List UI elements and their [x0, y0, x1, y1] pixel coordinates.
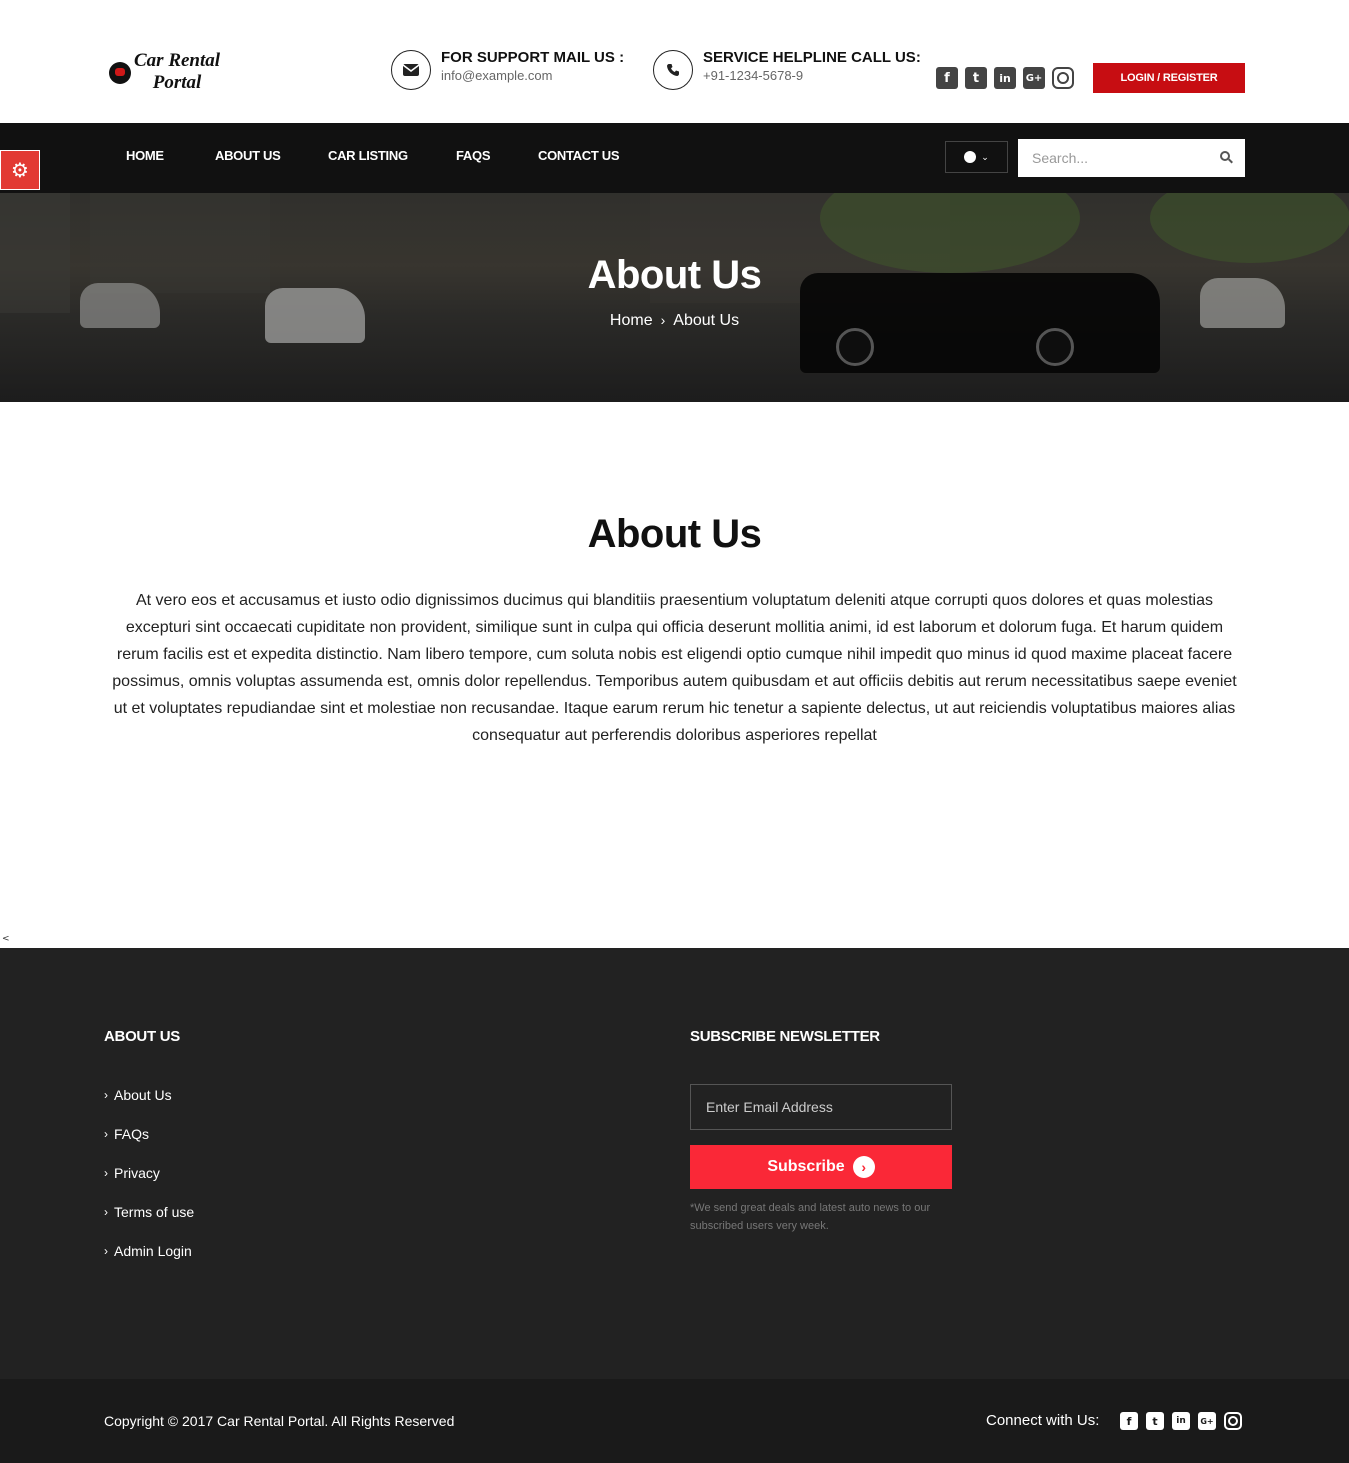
support-title: FOR SUPPORT MAIL US : [441, 49, 625, 66]
google-plus-icon[interactable]: G+ [1198, 1412, 1216, 1430]
footer-link-label: FAQs [114, 1126, 150, 1142]
newsletter-email-input[interactable] [690, 1084, 952, 1130]
search-input[interactable] [1018, 139, 1245, 177]
footer-links: › About Us › FAQs › Privacy › Terms of use ›… [104, 1087, 194, 1282]
copyright-text: Copyright © 2017 Car Rental Portal. All … [104, 1413, 455, 1429]
banner-title: About Us [587, 253, 762, 297]
nav-about-us[interactable]: ABOUT US [215, 148, 281, 163]
page-title: About Us [587, 512, 762, 556]
nav-contact-us[interactable]: CONTACT US [538, 148, 620, 163]
chevron-right-icon: › [104, 1127, 108, 1141]
google-plus-icon[interactable]: G+ [1023, 67, 1045, 89]
newsletter-note: *We send great deals and latest auto new… [690, 1202, 931, 1232]
instagram-icon[interactable] [1224, 1412, 1242, 1430]
footer-link-label: Admin Login [114, 1243, 192, 1259]
footer-link-terms[interactable]: › Terms of use [104, 1204, 194, 1243]
breadcrumb-home[interactable]: Home [610, 312, 653, 329]
newsletter-heading: SUBSCRIBE NEWSLETTER [690, 1028, 880, 1045]
chevron-right-icon: › [104, 1166, 108, 1180]
logo[interactable]: Car Rental Portal [109, 50, 220, 94]
footer-link-about-us[interactable]: › About Us [104, 1087, 194, 1126]
twitter-icon[interactable]: t [965, 67, 987, 89]
nav-faqs[interactable]: FAQS [456, 148, 491, 163]
helpline-phone[interactable]: +91-1234-5678-9 [703, 67, 921, 85]
chevron-right-icon: › [104, 1244, 108, 1258]
footer-link-faqs[interactable]: › FAQs [104, 1126, 194, 1165]
facebook-icon[interactable]: f [1120, 1412, 1138, 1430]
linkedin-icon[interactable]: in [1172, 1412, 1190, 1430]
banner-car-wheel [836, 328, 874, 366]
nav-car-listing[interactable]: CAR LISTING [328, 148, 408, 163]
facebook-icon[interactable]: f [936, 67, 958, 89]
user-menu-button[interactable]: ⌄ [945, 141, 1008, 173]
logo-icon [109, 62, 131, 84]
bottom-bar: Copyright © 2017 Car Rental Portal. All … [0, 1379, 1349, 1463]
footer-link-label: Terms of use [114, 1204, 195, 1220]
user-circle-icon [964, 151, 977, 163]
linkedin-icon[interactable]: in [994, 67, 1016, 89]
footer-link-label: Privacy [114, 1165, 160, 1181]
chevron-down-icon: ⌄ [981, 151, 989, 162]
logo-text: Car Rental Portal [134, 50, 220, 94]
breadcrumb: Home › About Us [0, 312, 1349, 330]
twitter-icon[interactable]: t [1146, 1412, 1164, 1430]
gear-icon[interactable]: ⚙ [0, 150, 40, 190]
chevron-right-icon: › [104, 1205, 108, 1219]
instagram-icon[interactable] [1052, 67, 1074, 89]
search-box [1018, 139, 1245, 177]
logo-line-2: Portal [152, 72, 202, 93]
support-email[interactable]: info@example.com [441, 67, 624, 85]
chevron-right-icon: › [104, 1088, 108, 1102]
subscribe-button[interactable]: Subscribe › [690, 1145, 952, 1189]
header: Car Rental Portal FOR SUPPORT MAIL US : … [0, 0, 1349, 123]
support-contact: FOR SUPPORT MAIL US : info@example.com [391, 49, 624, 90]
page-banner: About Us Home › About Us [0, 193, 1349, 402]
breadcrumb-current: About Us [673, 312, 740, 329]
helpline-title: SERVICE HELPLINE CALL US: [703, 49, 921, 66]
helpline-contact: SERVICE HELPLINE CALL US: +91-1234-5678-… [653, 49, 921, 90]
envelope-icon [391, 50, 431, 90]
chevron-right-icon: › [660, 312, 666, 328]
stray-mark-bottom: < [2, 934, 10, 944]
about-body-text: At vero eos et accusamus et iusto odio d… [112, 592, 1237, 744]
footer-link-privacy[interactable]: › Privacy [104, 1165, 194, 1204]
login-register-button[interactable]: LOGIN / REGISTER [1093, 63, 1245, 93]
logo-line-1: Car Rental [134, 50, 221, 71]
footer-link-label: About Us [114, 1087, 172, 1103]
phone-icon [653, 50, 693, 90]
footer-social-links: f t in G+ [1120, 1412, 1242, 1430]
subscribe-label: Subscribe [767, 1158, 845, 1175]
main-nav: HOME ABOUT US CAR LISTING FAQS CONTACT U… [0, 123, 1349, 193]
footer-link-admin-login[interactable]: › Admin Login [104, 1243, 194, 1282]
search-icon[interactable] [1220, 151, 1230, 161]
header-social-links: f t in G+ [936, 67, 1074, 89]
arrow-right-circle-icon: › [852, 1156, 875, 1178]
footer: ABOUT US › About Us › FAQs › Privacy › Terms… [0, 948, 1349, 1379]
connect-label: Connect with Us: [986, 1412, 1100, 1429]
footer-about-heading: ABOUT US [104, 1028, 180, 1045]
banner-car-wheel [1036, 328, 1074, 366]
nav-home[interactable]: HOME [126, 148, 164, 163]
